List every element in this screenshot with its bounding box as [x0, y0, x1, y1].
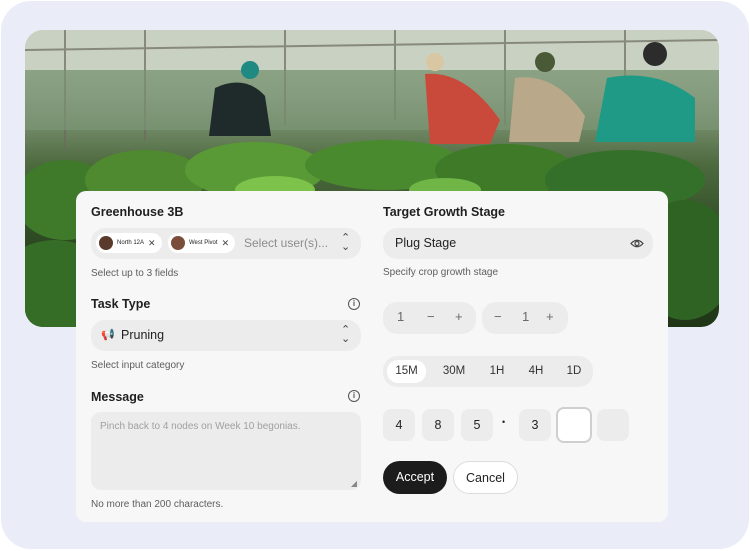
eye-icon[interactable] [630, 238, 644, 249]
message-label: Message [91, 390, 144, 404]
code-digit-2[interactable]: 8 [422, 409, 454, 441]
chip-label: North 12A [117, 240, 145, 246]
close-icon[interactable]: ✕ [222, 238, 230, 248]
quantity-stepper[interactable]: 1 − + [383, 302, 476, 334]
greenhouse-hint: Select up to 3 fields [91, 268, 179, 279]
plus-button[interactable]: + [546, 309, 554, 324]
avatar [99, 236, 113, 250]
growth-stage-input[interactable]: Plug Stage [383, 228, 653, 259]
code-digit-5[interactable] [556, 407, 592, 443]
chevron-up-down-icon: ⌃ ⌄ [341, 324, 351, 345]
code-digit-4[interactable]: 3 [519, 409, 551, 441]
message-textarea[interactable]: Pinch back to 4 nodes on Week 10 begonia… [91, 412, 361, 490]
user-chip-north: North 12A ✕ [96, 233, 162, 253]
chevron-up-down-icon: ⌃ ⌄ [341, 232, 351, 253]
interval-option-1d[interactable]: 1D [560, 360, 588, 383]
megaphone-icon: 📢 [101, 329, 115, 341]
code-separator: • [502, 417, 506, 427]
resize-grip-icon[interactable]: ◢ [351, 479, 357, 488]
plus-button[interactable]: + [455, 309, 463, 324]
code-digit-3[interactable]: 5 [461, 409, 493, 441]
task-type-value: Pruning [121, 328, 165, 342]
interval-segmented-control: 15M 30M 1H 4H 1D [383, 356, 593, 387]
task-type-hint: Select input category [91, 360, 185, 371]
code-digit-1[interactable]: 4 [383, 409, 415, 441]
chip-label: West Pivot [189, 240, 218, 246]
quantity-stepper[interactable]: − 1 + [482, 302, 568, 334]
message-hint: No more than 200 characters. [91, 499, 224, 510]
info-icon[interactable]: i [348, 298, 360, 310]
accept-button[interactable]: Accept [383, 461, 447, 494]
task-form-card: Greenhouse 3B North 12A ✕ West Pivot ✕ S… [76, 191, 668, 522]
task-type-select[interactable]: 📢 Pruning ⌃ ⌄ [91, 320, 361, 351]
user-select-placeholder: Select user(s)... [244, 236, 329, 250]
interval-option-4h[interactable]: 4H [520, 360, 552, 383]
avatar [171, 236, 185, 250]
growth-stage-hint: Specify crop growth stage [383, 267, 499, 278]
close-icon[interactable]: ✕ [148, 238, 156, 248]
user-multiselect[interactable]: North 12A ✕ West Pivot ✕ Select user(s).… [91, 228, 361, 259]
stepper-value: 1 [522, 309, 530, 324]
message-placeholder: Pinch back to 4 nodes on Week 10 begonia… [100, 421, 301, 432]
stepper-value: 1 [397, 309, 405, 324]
user-chip-west: West Pivot ✕ [168, 233, 236, 253]
growth-stage-value: Plug Stage [395, 236, 457, 250]
code-digit-6[interactable] [597, 409, 629, 441]
minus-button[interactable]: − [427, 309, 435, 324]
info-icon[interactable]: i [348, 390, 360, 402]
interval-option-15m[interactable]: 15M [387, 360, 426, 383]
interval-option-1h[interactable]: 1H [482, 360, 512, 383]
interval-option-30m[interactable]: 30M [434, 360, 474, 383]
cancel-button[interactable]: Cancel [453, 461, 518, 494]
growth-stage-label: Target Growth Stage [383, 205, 506, 219]
task-type-label: Task Type [91, 297, 151, 311]
greenhouse-label: Greenhouse 3B [91, 205, 184, 219]
minus-button[interactable]: − [494, 309, 502, 324]
